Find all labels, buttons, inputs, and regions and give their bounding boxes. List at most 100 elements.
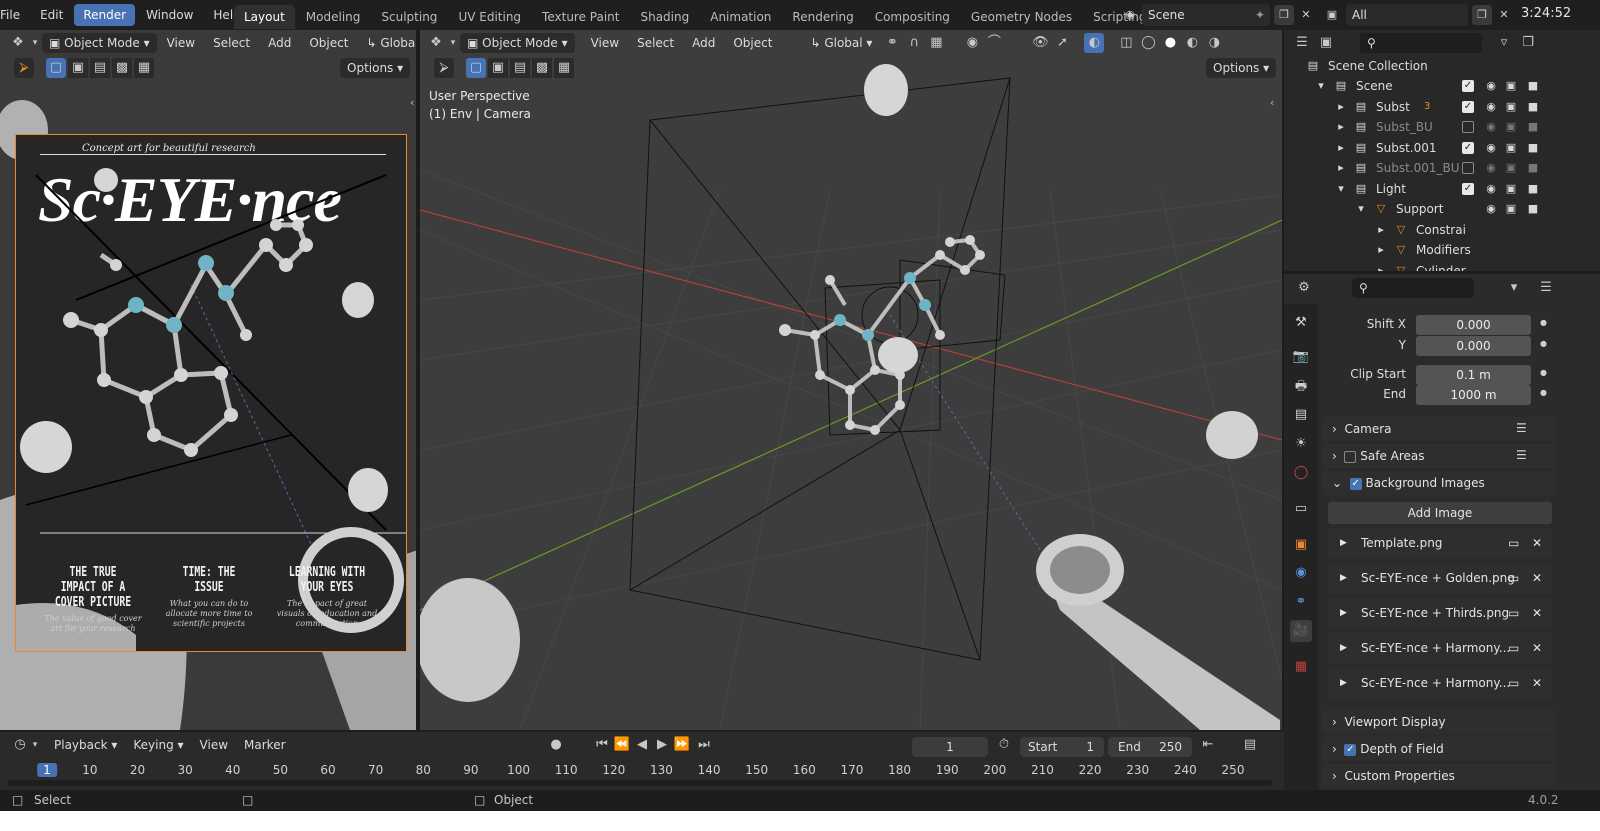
shift-x-field[interactable]: 0.000: [1416, 315, 1531, 335]
play-reverse-icon[interactable]: ◀: [632, 735, 652, 755]
camera-icon[interactable]: ■: [1526, 182, 1540, 196]
viewport-icon[interactable]: ▣: [1504, 100, 1518, 114]
editor-type-icon[interactable]: ❖: [426, 33, 446, 53]
viewport-icon[interactable]: ▣: [1504, 79, 1518, 93]
gizmo-icon[interactable]: ➚: [1052, 33, 1072, 53]
menu-render[interactable]: Render: [74, 4, 136, 26]
expand-open-icon[interactable]: ▾: [1334, 182, 1348, 196]
keyframe-dot-icon[interactable]: ●: [1540, 318, 1547, 327]
select-tool-icon[interactable]: ⮚: [434, 58, 454, 78]
editor-type-icon[interactable]: ◷: [10, 735, 30, 755]
outliner-row-scene-collection[interactable]: ▤ Scene Collection: [1284, 56, 1600, 76]
safe-areas-checkbox[interactable]: [1344, 450, 1357, 463]
expand-closed-icon[interactable]: ▶: [1340, 633, 1347, 663]
menu-view[interactable]: View: [583, 33, 627, 53]
play-icon[interactable]: ▶: [652, 735, 672, 755]
eye-icon[interactable]: ◉: [1484, 79, 1498, 93]
eye-icon[interactable]: ◉: [1484, 100, 1498, 114]
tab-sculpting[interactable]: Sculpting: [371, 5, 447, 29]
panel-background-images[interactable]: ⌄ ✓ Background Images: [1322, 471, 1556, 495]
shift-y-field[interactable]: 0.000: [1416, 336, 1531, 356]
expand-closed-icon[interactable]: ▶: [1340, 528, 1347, 558]
physics-tab-icon[interactable]: ◉: [1290, 562, 1312, 584]
panel-custom-properties[interactable]: › Custom Properties: [1322, 764, 1556, 788]
new-view-layer-icon[interactable]: ❐: [1472, 5, 1492, 25]
current-frame-field[interactable]: 1: [912, 737, 988, 757]
jump-start-icon[interactable]: ⏮: [592, 735, 612, 755]
remove-image-icon[interactable]: ✕: [1532, 668, 1542, 698]
menu-playback[interactable]: Playback ▾: [46, 735, 125, 755]
editor-type-icon[interactable]: ☰: [1292, 33, 1312, 53]
scene-name-field[interactable]: Scene ✦: [1142, 4, 1270, 26]
viewport-icon[interactable]: ▣: [1504, 182, 1518, 196]
clip-start-field[interactable]: 0.1 m: [1416, 365, 1531, 385]
panel-depth-of-field[interactable]: › ✓ Depth of Field: [1322, 737, 1556, 761]
constraints-tab-icon[interactable]: ⚭: [1290, 591, 1312, 613]
exclude-checkbox[interactable]: [1462, 121, 1474, 133]
exclude-checkbox[interactable]: [1462, 162, 1474, 174]
view-layer-field[interactable]: All: [1346, 4, 1468, 26]
expand-open-icon[interactable]: ▾: [1314, 79, 1328, 93]
tab-modeling[interactable]: Modeling: [296, 5, 371, 29]
menu-keying[interactable]: Keying ▾: [125, 735, 191, 755]
visibility-icon[interactable]: 👁: [1030, 33, 1050, 53]
select-extend-icon[interactable]: ▣: [488, 58, 508, 78]
falloff-icon[interactable]: ⌒: [984, 33, 1004, 53]
display-mode-icon[interactable]: ▣: [1316, 33, 1336, 53]
options-dropdown[interactable]: Options ▾: [1206, 58, 1277, 78]
stopwatch-icon[interactable]: ⏱: [994, 735, 1014, 755]
chevron-down-icon[interactable]: ▾: [1504, 278, 1524, 298]
scene-tab-icon[interactable]: ☀: [1290, 433, 1312, 455]
expand-closed-icon[interactable]: ▸: [1334, 120, 1348, 134]
output-tab-icon[interactable]: 🖶: [1290, 376, 1312, 398]
background-images-checkbox[interactable]: ✓: [1349, 477, 1362, 490]
show-in-viewport-icon[interactable]: ▭: [1508, 563, 1519, 593]
material-shading-icon[interactable]: ◐: [1182, 33, 1202, 53]
tab-rendering[interactable]: Rendering: [782, 5, 863, 29]
select-subtract-icon[interactable]: ▤: [510, 58, 530, 78]
new-collection-icon[interactable]: ❐: [1518, 33, 1538, 53]
expand-closed-icon[interactable]: ▶: [1340, 598, 1347, 628]
wireframe-shading-icon[interactable]: ◯: [1138, 33, 1158, 53]
list-icon[interactable]: ☰: [1536, 278, 1556, 298]
show-in-viewport-icon[interactable]: ▭: [1508, 668, 1519, 698]
world-tab-icon[interactable]: ◯: [1290, 462, 1312, 484]
depth-of-field-checkbox[interactable]: ✓: [1344, 743, 1357, 756]
snap-icon[interactable]: ∩: [904, 33, 924, 53]
viewport-icon[interactable]: ▣: [1504, 141, 1518, 155]
rendered-shading-icon[interactable]: ◑: [1204, 33, 1224, 53]
background-image-item[interactable]: ▶ Sc-EYE-nce + Thirds.png ▭ ✕: [1328, 598, 1552, 628]
tab-uv-editing[interactable]: UV Editing: [448, 5, 531, 29]
expand-closed-icon[interactable]: ▸: [1334, 141, 1348, 155]
record-icon[interactable]: ●: [546, 735, 566, 755]
tab-compositing[interactable]: Compositing: [865, 5, 960, 29]
overlay-icon[interactable]: ◐: [1084, 33, 1105, 53]
properties-search-input[interactable]: ⚲: [1352, 278, 1474, 298]
object-tab-icon[interactable]: ▣: [1290, 534, 1312, 556]
xray-icon[interactable]: ◫: [1116, 33, 1136, 53]
select-new-icon[interactable]: ▢: [466, 58, 486, 78]
filter-icon[interactable]: ▿: [1494, 33, 1514, 53]
remove-image-icon[interactable]: ✕: [1532, 563, 1542, 593]
menu-select[interactable]: Select: [629, 33, 682, 53]
eye-icon[interactable]: ◉: [1484, 182, 1498, 196]
timeline-ruler[interactable]: 1 10 20 30 40 50 60 70 80 90 100 110 120 130 140 150 160…: [0, 758, 1284, 790]
select-intersect-icon[interactable]: ▦: [554, 58, 574, 78]
timeline-view-icon[interactable]: ▤: [1240, 735, 1260, 755]
timeline-scrollbar[interactable]: [8, 780, 1272, 786]
tab-shading[interactable]: Shading: [630, 5, 699, 29]
show-in-viewport-icon[interactable]: ▭: [1508, 528, 1519, 558]
eye-icon[interactable]: ◉: [1484, 161, 1498, 175]
outliner-row[interactable]: ▸ ▤ Subst.001_BU ◉ ▣ ■: [1284, 158, 1600, 178]
tab-texture-paint[interactable]: Texture Paint: [532, 5, 629, 29]
pin-icon[interactable]: ✦: [1255, 4, 1265, 26]
expand-closed-icon[interactable]: ▸: [1334, 100, 1348, 114]
outliner-row[interactable]: ▸ ▽ Modifiers: [1284, 240, 1600, 260]
start-frame-field[interactable]: Start 1: [1020, 737, 1104, 757]
viewport-icon[interactable]: ▣: [1504, 120, 1518, 134]
menu-object[interactable]: Object: [725, 33, 780, 53]
background-image-item[interactable]: ▶ Sc-EYE-nce + Golden.png ▭ ✕: [1328, 563, 1552, 593]
tab-animation[interactable]: Animation: [700, 5, 781, 29]
tab-layout[interactable]: Layout: [234, 5, 295, 29]
keyframe-dot-icon[interactable]: ●: [1540, 368, 1547, 377]
